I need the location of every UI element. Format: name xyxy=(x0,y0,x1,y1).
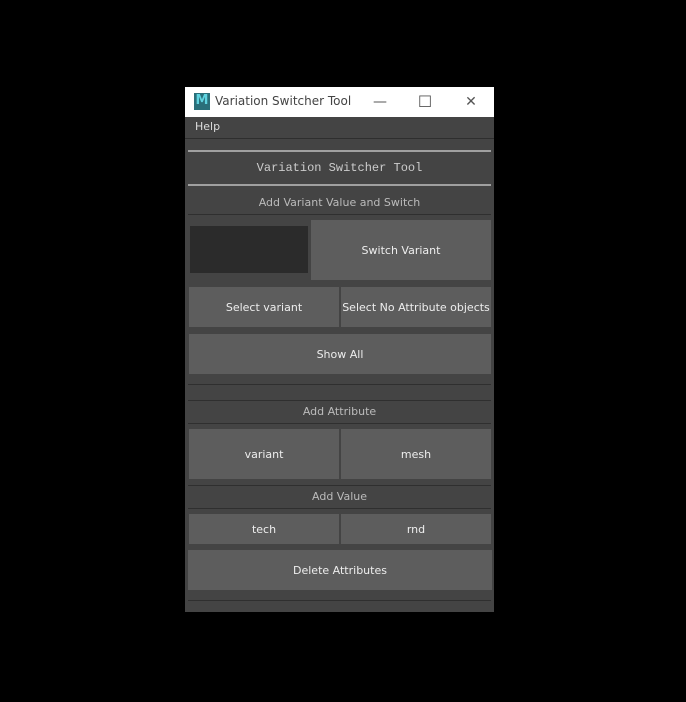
select-variant-button[interactable]: Select variant xyxy=(189,287,339,327)
divider xyxy=(188,184,491,186)
select-no-attribute-button[interactable]: Select No Attribute objects xyxy=(341,287,491,327)
variant-value-input[interactable] xyxy=(190,226,308,273)
delete-attributes-button[interactable]: Delete Attributes xyxy=(188,550,492,590)
switch-variant-button[interactable]: Switch Variant xyxy=(311,220,491,280)
maximize-button[interactable]: ☐ xyxy=(410,90,440,114)
mesh-attribute-button[interactable]: mesh xyxy=(341,429,491,479)
title-bar: M Variation Switcher Tool — ☐ ✕ xyxy=(185,87,494,117)
divider xyxy=(188,508,491,509)
show-all-button[interactable]: Show All xyxy=(189,334,491,374)
tool-header: Variation Switcher Tool xyxy=(256,161,423,175)
divider xyxy=(188,400,491,401)
minimize-button[interactable]: — xyxy=(365,90,395,114)
tech-value-button[interactable]: tech xyxy=(189,514,339,544)
menu-help[interactable]: Help xyxy=(195,120,220,133)
section-attribute-label: Add Attribute xyxy=(302,405,377,418)
divider xyxy=(188,384,491,385)
divider xyxy=(188,423,491,424)
close-button[interactable]: ✕ xyxy=(456,90,486,114)
divider xyxy=(188,600,491,601)
maya-logo-icon: M xyxy=(194,93,210,110)
divider xyxy=(188,214,491,215)
section-value-label: Add Value xyxy=(312,490,367,503)
divider xyxy=(188,150,491,152)
rnd-value-button[interactable]: rnd xyxy=(341,514,491,544)
window-title: Variation Switcher Tool xyxy=(215,94,352,108)
section-variant-label: Add Variant Value and Switch xyxy=(258,196,421,209)
divider xyxy=(188,485,491,486)
menu-bar: Help xyxy=(185,117,494,139)
tool-window: M Variation Switcher Tool — ☐ ✕ Help Var… xyxy=(185,87,494,612)
variant-attribute-button[interactable]: variant xyxy=(189,429,339,479)
